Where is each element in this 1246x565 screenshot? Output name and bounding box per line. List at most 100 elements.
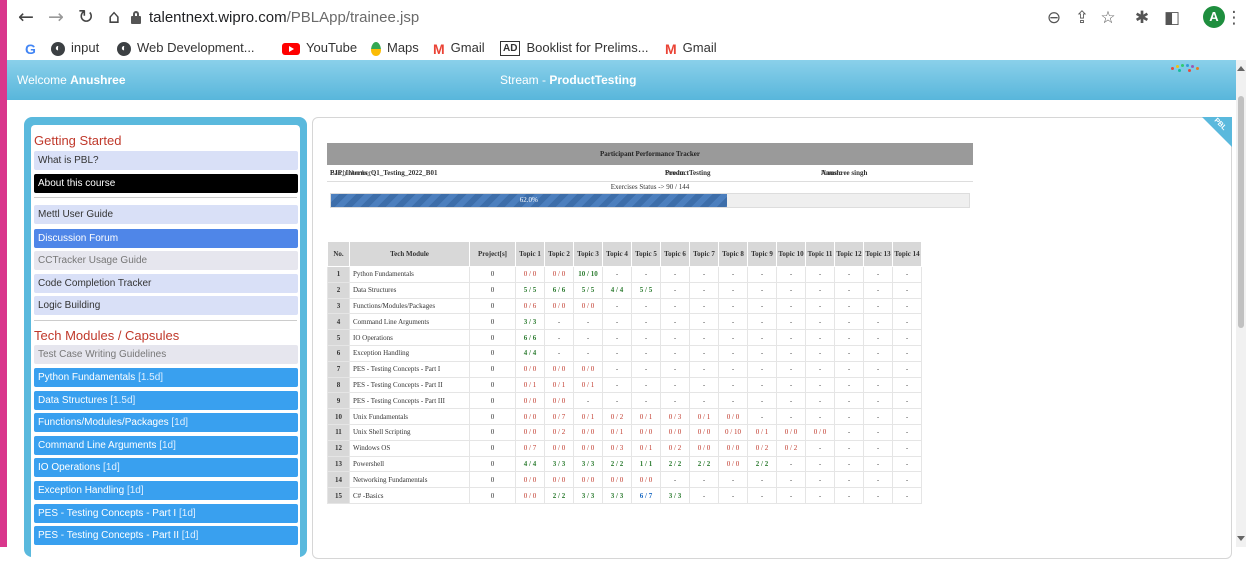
bookmarks-bar: G ◐ input ◐ Web Development... YouTube Map… xyxy=(7,36,1246,60)
topic-progress-cell: - xyxy=(602,344,632,362)
row-number: 7 xyxy=(327,360,350,378)
topic-progress-cell: - xyxy=(660,313,690,331)
table-row: 12 Windows OS 0 0 / 70 / 00 / 00 / 30 / 10 … xyxy=(327,439,922,457)
stream-info: Stream : ProductTesting xyxy=(665,165,711,181)
topic-progress-cell: 3 / 3 xyxy=(660,487,690,504)
sidebar-item-code-completion[interactable]: Code Completion Tracker xyxy=(34,274,298,293)
topic-progress-cell: - xyxy=(747,471,777,489)
sidebar-item-cctracker-guide[interactable]: CCTracker Usage Guide xyxy=(34,251,298,270)
topic-progress-cell: - xyxy=(834,408,864,425)
topic-progress-cell: 2 / 2 xyxy=(544,487,574,504)
performance-tracker: Participant Performance Tracker Batch Nu… xyxy=(327,143,973,208)
bookmark-booklist[interactable]: AD Booklist for Prelims... xyxy=(500,39,649,57)
topic-progress-cell: - xyxy=(805,408,835,425)
back-arrow-icon[interactable]: ← xyxy=(15,6,37,28)
scroll-down-icon[interactable] xyxy=(1237,536,1245,541)
scroll-thumb[interactable] xyxy=(1238,96,1244,328)
topic-progress-cell: - xyxy=(776,487,806,504)
topic-progress-cell: - xyxy=(805,360,835,378)
topic-progress-cell: 3 / 3 xyxy=(544,455,574,473)
project-count: 0 xyxy=(469,376,516,394)
sidebar-item-test-case-guidelines[interactable]: Test Case Writing Guidelines xyxy=(34,345,298,364)
sidebar-module-cli-args[interactable]: Command Line Arguments [1d] xyxy=(34,436,298,455)
topic-progress-cell: - xyxy=(689,471,719,489)
topic-progress-cell: - xyxy=(689,266,719,283)
topic-progress-cell: - xyxy=(747,376,777,394)
topic-progress-cell: - xyxy=(834,297,864,315)
topic-progress-cell: - xyxy=(834,281,864,299)
topic-progress-cell: - xyxy=(718,329,748,346)
ad-icon: AD xyxy=(500,41,521,57)
column-header: Project[s] xyxy=(469,241,516,267)
topic-progress-cell: - xyxy=(805,297,835,315)
topic-progress-cell: - xyxy=(689,297,719,315)
sidebar-module-functions[interactable]: Functions/Modules/Packages [1d] xyxy=(34,413,298,432)
url-path: /PBLApp/trainee.jsp xyxy=(286,9,420,26)
home-icon[interactable]: ⌂ xyxy=(103,6,125,28)
topic-progress-cell: 0 / 0 xyxy=(544,360,574,378)
menu-kebab-icon[interactable]: ⋮ xyxy=(1223,8,1245,28)
topic-progress-cell: 0 / 0 xyxy=(515,423,545,441)
scroll-up-icon[interactable] xyxy=(1237,66,1245,71)
bookmark-youtube[interactable]: YouTube xyxy=(282,39,357,57)
topic-progress-cell: - xyxy=(892,423,922,441)
sidebar-module-pes-2[interactable]: PES - Testing Concepts - Part II [1d] xyxy=(34,526,298,545)
reload-icon[interactable]: ↻ xyxy=(75,6,97,28)
topic-progress-cell: 1 / 1 xyxy=(631,455,661,473)
column-header: Topic 3 xyxy=(573,241,603,267)
topic-progress-cell: - xyxy=(573,313,603,331)
sidebar-item-mettl-guide[interactable]: Mettl User Guide xyxy=(34,205,298,224)
bookmark-maps[interactable]: Maps xyxy=(371,39,419,57)
tech-module-name: Data Structures xyxy=(349,281,470,299)
topic-progress-cell: - xyxy=(863,266,893,283)
bookmark-star-icon[interactable]: ☆ xyxy=(1097,8,1119,28)
sidebar-module-exceptions[interactable]: Exception Handling [1d] xyxy=(34,481,298,500)
bookmark-web-development[interactable]: ◐ Web Development... xyxy=(117,39,255,57)
lock-icon[interactable] xyxy=(131,11,141,24)
sidebar-item-discussion-forum[interactable]: Discussion Forum xyxy=(34,229,298,248)
sidebar-module-python[interactable]: Python Fundamentals [1.5d] xyxy=(34,368,298,387)
module-label: Python Fundamentals xyxy=(38,372,136,383)
topic-progress-cell: 0 / 1 xyxy=(602,423,632,441)
module-label: Functions/Modules/Packages xyxy=(38,417,169,428)
window-edge xyxy=(0,0,7,547)
zoom-icon[interactable]: ⊖ xyxy=(1043,8,1065,28)
sidebar-item-logic-building[interactable]: Logic Building xyxy=(34,296,298,315)
stream-name: ProductTesting xyxy=(549,73,637,87)
topic-progress-cell: - xyxy=(689,392,719,410)
row-number: 11 xyxy=(327,423,350,441)
sidebar-item-what-is-pbl[interactable]: What is PBL? xyxy=(34,151,298,170)
project-count: 0 xyxy=(469,455,516,473)
topic-progress-cell: - xyxy=(689,360,719,378)
sidebar-module-pes-1[interactable]: PES - Testing Concepts - Part I [1d] xyxy=(34,504,298,523)
user-name: Anushree xyxy=(70,73,126,87)
page-scrollbar[interactable] xyxy=(1236,60,1246,547)
module-duration: [1d] xyxy=(103,462,120,473)
bookmark-input[interactable]: ◐ input xyxy=(51,39,99,57)
topic-progress-cell: 5 / 5 xyxy=(515,281,545,299)
sidebar-module-data-structures[interactable]: Data Structures [1.5d] xyxy=(34,391,298,410)
topic-progress-cell: - xyxy=(660,266,690,283)
stream-label: Stream : xyxy=(665,169,689,177)
row-number: 5 xyxy=(327,329,350,346)
topic-progress-cell: - xyxy=(863,313,893,331)
bookmark-google[interactable]: G xyxy=(25,39,42,57)
topic-progress-cell: - xyxy=(892,329,922,346)
bookmark-gmail[interactable]: M Gmail xyxy=(433,39,485,57)
profile-avatar[interactable]: A xyxy=(1203,6,1225,28)
topic-progress-cell: - xyxy=(776,408,806,425)
bookmark-gmail-2[interactable]: M Gmail xyxy=(665,39,717,57)
extensions-icon[interactable]: ✱ xyxy=(1131,8,1153,28)
topic-progress-cell: - xyxy=(834,344,864,362)
sidebar-item-about-course[interactable]: About this course xyxy=(34,174,298,193)
topic-progress-cell: - xyxy=(805,344,835,362)
sidebar-module-io[interactable]: IO Operations [1d] xyxy=(34,458,298,477)
side-panel-icon[interactable]: ◧ xyxy=(1161,8,1183,28)
forward-arrow-icon[interactable]: → xyxy=(45,6,67,28)
topic-progress-cell: - xyxy=(805,392,835,410)
topic-progress-cell: - xyxy=(718,376,748,394)
topic-progress-cell: 0 / 10 xyxy=(718,423,748,441)
topic-progress-cell: 0 / 0 xyxy=(631,471,661,489)
share-icon[interactable]: ⇪ xyxy=(1071,8,1093,28)
project-count: 0 xyxy=(469,297,516,315)
